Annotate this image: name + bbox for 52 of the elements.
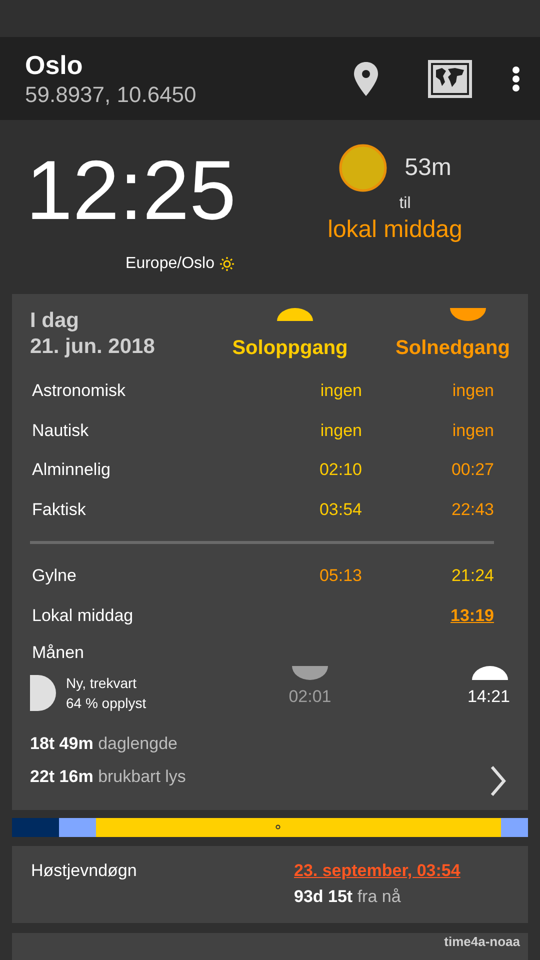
- moonrise-icon: [472, 666, 508, 680]
- time-value: 22:43: [451, 498, 494, 520]
- countdown: 53m: [404, 153, 452, 183]
- time-value: 03:54: [319, 498, 362, 520]
- equinox-date-link[interactable]: 23. september, 03:54: [294, 858, 460, 884]
- time-value: 00:27: [451, 459, 494, 481]
- time-value: ingen: [320, 380, 362, 402]
- sunset-icon: [450, 308, 486, 321]
- usable-light: 22t 16m brukbart lys: [30, 766, 187, 788]
- location-title: Oslo: [25, 48, 84, 80]
- sun-icon: [338, 144, 387, 192]
- time-remaining: 93d 15t fra nå: [294, 886, 402, 908]
- time-value: 21:24: [451, 565, 494, 587]
- world-map-icon[interactable]: [428, 60, 472, 98]
- row-label: Månen: [32, 642, 85, 664]
- time-value: 05:13: [319, 565, 362, 587]
- sunrise-icon: [277, 308, 313, 321]
- more-menu-icon[interactable]: [512, 66, 520, 92]
- row-label: Nautisk: [32, 420, 90, 442]
- event-name: lokal middag: [328, 216, 462, 244]
- moonset-time: 14:21: [467, 686, 510, 708]
- card-title: I dag: [30, 308, 80, 334]
- row-label: Lokal middag: [32, 604, 134, 626]
- time-link[interactable]: 13:19: [450, 602, 494, 628]
- source-label: time4a-noaa: [444, 935, 520, 951]
- chevron-right-icon[interactable]: [490, 765, 506, 797]
- sun-icon: [220, 257, 234, 271]
- until-label: til: [399, 194, 411, 214]
- moon-phase: Ny, trekvart: [66, 674, 138, 693]
- timezone: Europe/Oslo: [126, 254, 214, 274]
- equinox-card[interactable]: Høstjevndøgn 23. september, 03:54 93d 15t fra nå: [12, 846, 528, 923]
- today-card[interactable]: [12, 294, 528, 810]
- current-time: 12:25: [26, 142, 236, 238]
- column-header: Soloppgang: [232, 336, 348, 361]
- time-value: 02:10: [319, 459, 362, 481]
- moon-phase-icon: [30, 675, 56, 711]
- moonrise-time: 02:01: [288, 686, 332, 708]
- location-pin-icon[interactable]: [354, 62, 378, 96]
- row-label: Astronomisk: [32, 380, 127, 402]
- time-value: ingen: [452, 420, 494, 442]
- event-label: Høstjevndøgn: [31, 860, 138, 882]
- day-length: 18t 49m daglengde: [30, 733, 178, 755]
- time-value: ingen: [320, 420, 362, 442]
- moonset-icon: [292, 666, 328, 680]
- coordinates: 59.8937, 10.6450: [25, 80, 198, 108]
- row-label: Faktisk: [32, 498, 87, 520]
- column-header: Solnedgang: [396, 336, 510, 361]
- date: 21. jun. 2018: [30, 334, 156, 360]
- time-value: ingen: [452, 380, 494, 402]
- moon-illumination: 64 % opplyst: [66, 694, 146, 713]
- row-label: Alminnelig: [32, 459, 112, 481]
- row-label: Gylne: [32, 565, 78, 587]
